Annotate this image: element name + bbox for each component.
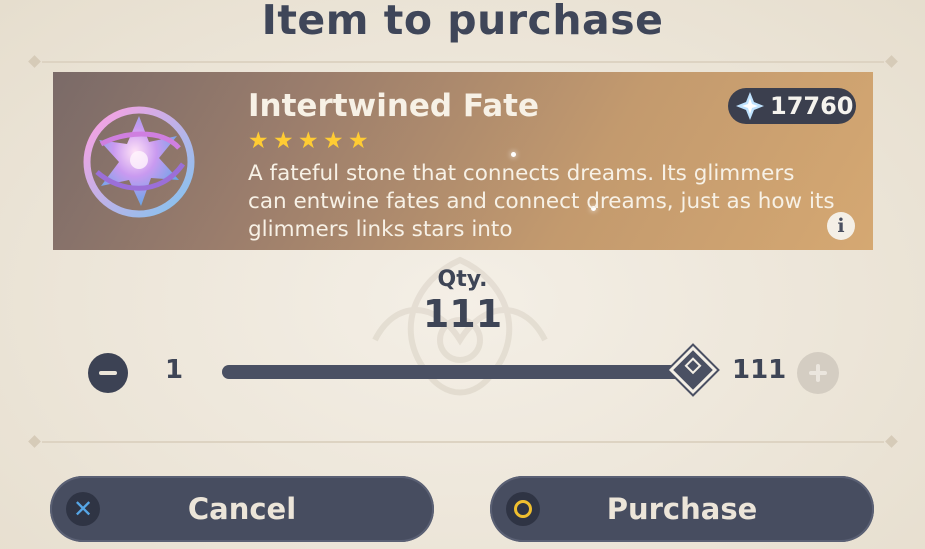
star-icon: ★ [248, 128, 269, 154]
purchase-button[interactable]: Purchase [490, 476, 874, 542]
dialog-title: Item to purchase [261, 0, 664, 44]
slider-max-label: 111 [732, 355, 787, 385]
quantity-slider[interactable] [222, 365, 694, 379]
star-icon: ★ [298, 128, 319, 154]
top-divider [28, 55, 898, 68]
star-icon: ★ [273, 128, 294, 154]
quantity-value: 111 [422, 292, 503, 336]
intertwined-fate-icon [83, 106, 195, 218]
purchase-dialog: Item to purchase Intertwined Fate ★ ★ ★ … [0, 0, 925, 549]
star-icon: ★ [323, 128, 344, 154]
purchase-label: Purchase [606, 492, 758, 526]
info-icon[interactable]: i [827, 212, 855, 240]
item-name: Intertwined Fate [248, 88, 540, 124]
increase-quantity-button[interactable] [797, 352, 839, 394]
item-card: Intertwined Fate ★ ★ ★ ★ ★ A fateful sto… [53, 72, 873, 250]
decrease-quantity-button[interactable] [88, 353, 128, 393]
quantity-label: Qty. [437, 267, 488, 292]
slider-fill [222, 365, 694, 379]
cancel-button[interactable]: ✕ Cancel [50, 476, 434, 542]
slider-min-label: 1 [165, 355, 184, 385]
primogem-icon [736, 92, 764, 120]
currency-balance: 17760 [728, 88, 856, 124]
bottom-divider [28, 435, 898, 448]
rarity-stars: ★ ★ ★ ★ ★ [248, 128, 370, 154]
item-description: A fateful stone that connects dreams. It… [248, 161, 835, 242]
currency-amount: 17760 [770, 92, 854, 120]
slider-handle[interactable] [668, 345, 718, 395]
cancel-label: Cancel [187, 492, 297, 526]
star-icon: ★ [348, 128, 369, 154]
